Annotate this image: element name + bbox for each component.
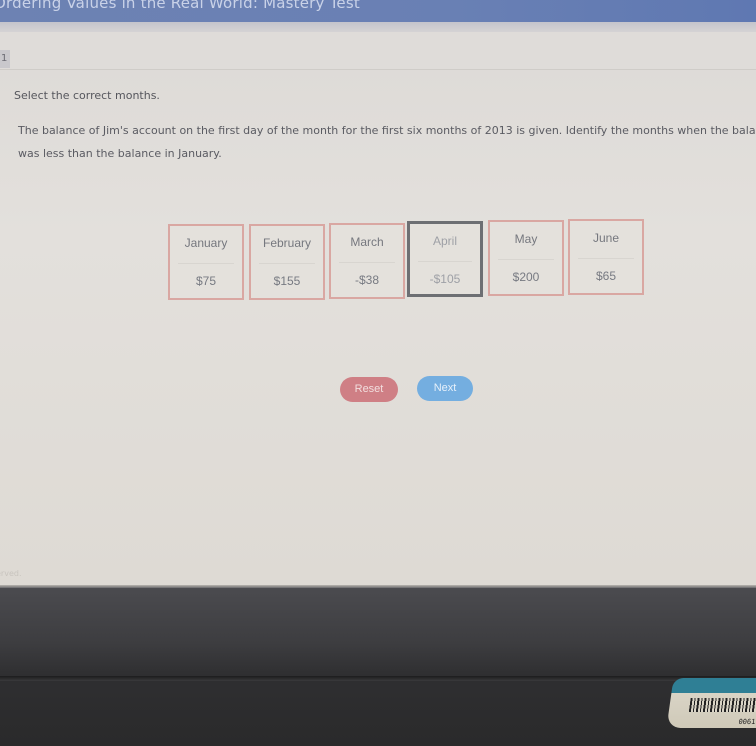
tile-month-label: April — [432, 234, 457, 248]
tile-january[interactable]: January $75 — [168, 224, 244, 300]
window-title: Ordering Values in the Real World: Maste… — [0, 0, 360, 12]
tile-divider — [578, 258, 634, 259]
tile-divider — [498, 259, 554, 260]
tile-month-label: March — [350, 235, 384, 249]
copyright-footer: erved. — [0, 569, 22, 578]
question-nav-strip — [0, 32, 756, 70]
laptop-bezel — [0, 588, 756, 746]
tile-month-label: June — [592, 231, 620, 245]
tile-month-label: May — [514, 232, 538, 246]
tile-march[interactable]: March -$38 — [329, 223, 405, 299]
tile-balance-value: -$105 — [429, 272, 461, 286]
tile-balance-value: $155 — [273, 274, 301, 288]
tile-june[interactable]: June $65 — [568, 219, 644, 295]
tile-divider — [259, 263, 315, 264]
tile-month-label: January — [184, 236, 228, 250]
laptop-screen: Ordering Values in the Real World: Maste… — [0, 0, 756, 588]
tile-divider — [418, 261, 472, 262]
instruction-text: Select the correct months. — [14, 89, 160, 102]
question-number[interactable]: 1 — [0, 50, 10, 68]
month-tiles: January $75 February $155 March -$38 Apr… — [168, 219, 648, 301]
tile-divider — [339, 262, 395, 263]
tile-february[interactable]: February $155 — [249, 224, 325, 300]
tile-balance-value: -$38 — [354, 273, 380, 287]
tile-month-label: February — [262, 236, 312, 250]
tile-april[interactable]: April -$105 — [407, 221, 483, 297]
tile-divider — [178, 263, 234, 264]
title-bar: Ordering Values in the Real World: Maste… — [0, 0, 756, 22]
tile-balance-value: $75 — [195, 274, 217, 288]
reset-button[interactable]: Reset — [340, 377, 398, 402]
sticker-code: 0061 — [737, 718, 756, 726]
tile-balance-value: $200 — [512, 270, 540, 284]
next-button[interactable]: Next — [417, 376, 473, 401]
toolbar-strip — [0, 22, 756, 32]
tile-may[interactable]: May $200 — [488, 220, 564, 296]
question-text: The balance of Jim's account on the firs… — [18, 124, 756, 160]
tile-balance-value: $65 — [595, 269, 617, 283]
laptop-hinge — [0, 676, 756, 681]
barcode-sticker: 0061 — [666, 678, 756, 728]
barcode-icon — [688, 698, 756, 712]
